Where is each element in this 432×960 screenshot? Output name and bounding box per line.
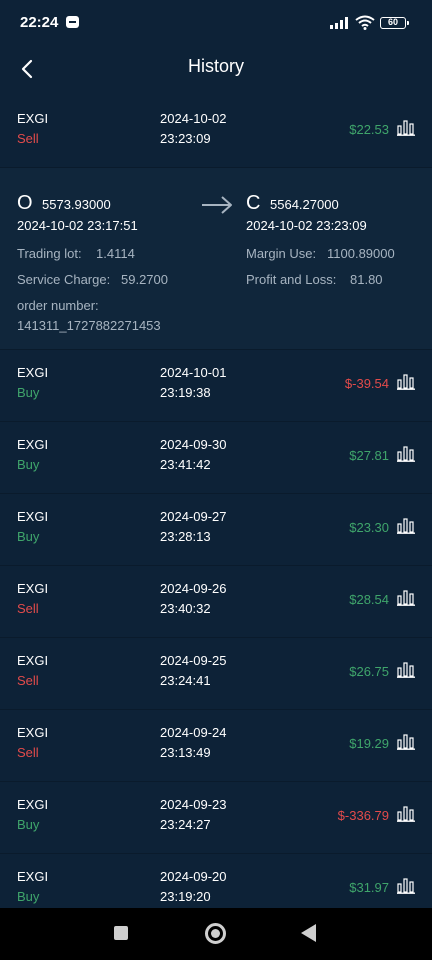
profit-loss-value: 81.80 [350, 272, 383, 287]
trade-side: Sell [17, 673, 39, 688]
trade-date: 2024-09-26 [160, 581, 227, 596]
trade-side: Sell [17, 745, 39, 760]
open-time: 2024-10-02 23:17:51 [17, 218, 138, 233]
trade-time: 23:41:42 [160, 457, 211, 472]
trade-time: 23:24:41 [160, 673, 211, 688]
trade-date: 2024-09-25 [160, 653, 227, 668]
status-bar: 22:24 60 [0, 0, 432, 46]
trade-pnl: $26.75 [349, 664, 389, 679]
trade-time: 23:13:49 [160, 745, 211, 760]
trade-row[interactable]: EXGI Sell 2024-09-24 23:13:49 $19.29 [0, 710, 432, 782]
open-marker: O [17, 192, 33, 214]
system-nav-bar [0, 908, 432, 960]
profit-loss-label: Profit and Loss: [246, 272, 337, 287]
trade-side: Buy [17, 889, 40, 904]
bar-chart-icon[interactable] [397, 518, 415, 534]
trade-row[interactable]: EXGI Buy 2024-09-27 23:28:13 $23.30 [0, 494, 432, 566]
trading-lot-label: Trading lot: [17, 246, 82, 261]
trade-row-expanded[interactable]: EXGI Sell 2024-10-02 23:23:09 $22.53 [0, 96, 432, 168]
service-charge-label: Service Charge: [17, 272, 111, 287]
order-number-label: order number: [17, 298, 99, 313]
trade-time: 23:19:20 [160, 889, 211, 904]
header: History [0, 46, 432, 96]
trade-pnl: $-39.54 [344, 376, 389, 391]
trade-row[interactable]: EXGI Sell 2024-09-26 23:40:32 $28.54 [0, 566, 432, 638]
trade-time: 23:24:27 [160, 817, 211, 832]
bar-chart-icon[interactable] [397, 878, 415, 894]
trade-symbol: EXGI [17, 725, 49, 740]
trade-detail-panel: O 5573.93000 2024-10-02 23:17:51 C 5564.… [0, 168, 432, 350]
close-price: 5564.27000 [270, 197, 339, 212]
trade-symbol: EXGI [17, 581, 49, 596]
trade-side: Sell [17, 601, 39, 616]
app-notification-icon [66, 16, 79, 28]
battery-level: 60 [387, 17, 398, 27]
trade-side: Buy [17, 817, 40, 832]
trade-pnl: $22.53 [349, 122, 389, 137]
trade-time: 23:23:09 [160, 131, 211, 146]
trade-symbol: EXGI [17, 365, 49, 380]
battery-icon: 60 [380, 17, 409, 29]
close-time: 2024-10-02 23:23:09 [246, 218, 367, 233]
arrow-right-icon [202, 196, 232, 214]
order-number-value: 141311_1727882271453 [17, 318, 161, 333]
bar-chart-icon[interactable] [397, 446, 415, 462]
status-time: 22:24 [20, 14, 59, 31]
bar-chart-icon[interactable] [397, 662, 415, 678]
trade-date: 2024-09-30 [160, 437, 227, 452]
trade-symbol: EXGI [17, 111, 49, 126]
trade-pnl: $-336.79 [337, 808, 389, 823]
trade-date: 2024-10-02 [160, 111, 227, 126]
trade-rows: EXGI Buy 2024-10-01 23:19:38 $-39.54 EXGI Buy 2… [0, 350, 432, 926]
trade-date: 2024-09-24 [160, 725, 227, 740]
margin-use-label: Margin Use: [246, 246, 317, 261]
trade-row[interactable]: EXGI Buy 2024-10-01 23:19:38 $-39.54 [0, 350, 432, 422]
trade-pnl: $19.29 [349, 736, 389, 751]
trade-side: Buy [17, 385, 40, 400]
trade-side: Buy [17, 529, 40, 544]
bar-chart-icon[interactable] [397, 806, 415, 822]
trade-history-list: EXGI Sell 2024-10-02 23:23:09 $22.53 O 5… [0, 96, 432, 926]
trade-side: Buy [17, 457, 40, 472]
trade-row[interactable]: EXGI Buy 2024-09-30 23:41:42 $27.81 [0, 422, 432, 494]
bar-chart-icon[interactable] [397, 734, 415, 750]
trade-symbol: EXGI [17, 653, 49, 668]
wifi-icon [355, 15, 375, 30]
trade-symbol: EXGI [17, 437, 49, 452]
system-back-button[interactable] [301, 924, 316, 942]
trade-time: 23:40:32 [160, 601, 211, 616]
trade-pnl: $31.97 [349, 880, 389, 895]
trade-side: Sell [17, 131, 39, 146]
recent-apps-button[interactable] [114, 926, 128, 940]
trade-time: 23:28:13 [160, 529, 211, 544]
trade-pnl: $27.81 [349, 448, 389, 463]
trade-symbol: EXGI [17, 869, 49, 884]
bar-chart-icon[interactable] [397, 590, 415, 606]
trading-lot-value: 1.4114 [96, 246, 135, 261]
trade-symbol: EXGI [17, 509, 49, 524]
trade-date: 2024-09-20 [160, 869, 227, 884]
page-title: History [187, 56, 244, 76]
trade-row[interactable]: EXGI Buy 2024-09-23 23:24:27 $-336.79 [0, 782, 432, 854]
trade-pnl: $28.54 [349, 592, 389, 607]
trade-time: 23:19:38 [160, 385, 211, 400]
open-price: 5573.93000 [42, 197, 111, 212]
trade-pnl: $23.30 [349, 520, 389, 535]
trade-date: 2024-10-01 [160, 365, 227, 380]
margin-use-value: 1100.89000 [327, 246, 395, 261]
service-charge-value: 59.2700 [121, 272, 168, 287]
trade-row[interactable]: EXGI Sell 2024-09-25 23:24:41 $26.75 [0, 638, 432, 710]
trade-date: 2024-09-23 [160, 797, 227, 812]
bar-chart-icon[interactable] [397, 374, 415, 390]
close-marker: C [246, 192, 261, 214]
signal-icon [330, 17, 348, 29]
trade-symbol: EXGI [17, 797, 49, 812]
trade-date: 2024-09-27 [160, 509, 227, 524]
bar-chart-icon[interactable] [397, 120, 415, 136]
home-button[interactable] [205, 923, 226, 944]
